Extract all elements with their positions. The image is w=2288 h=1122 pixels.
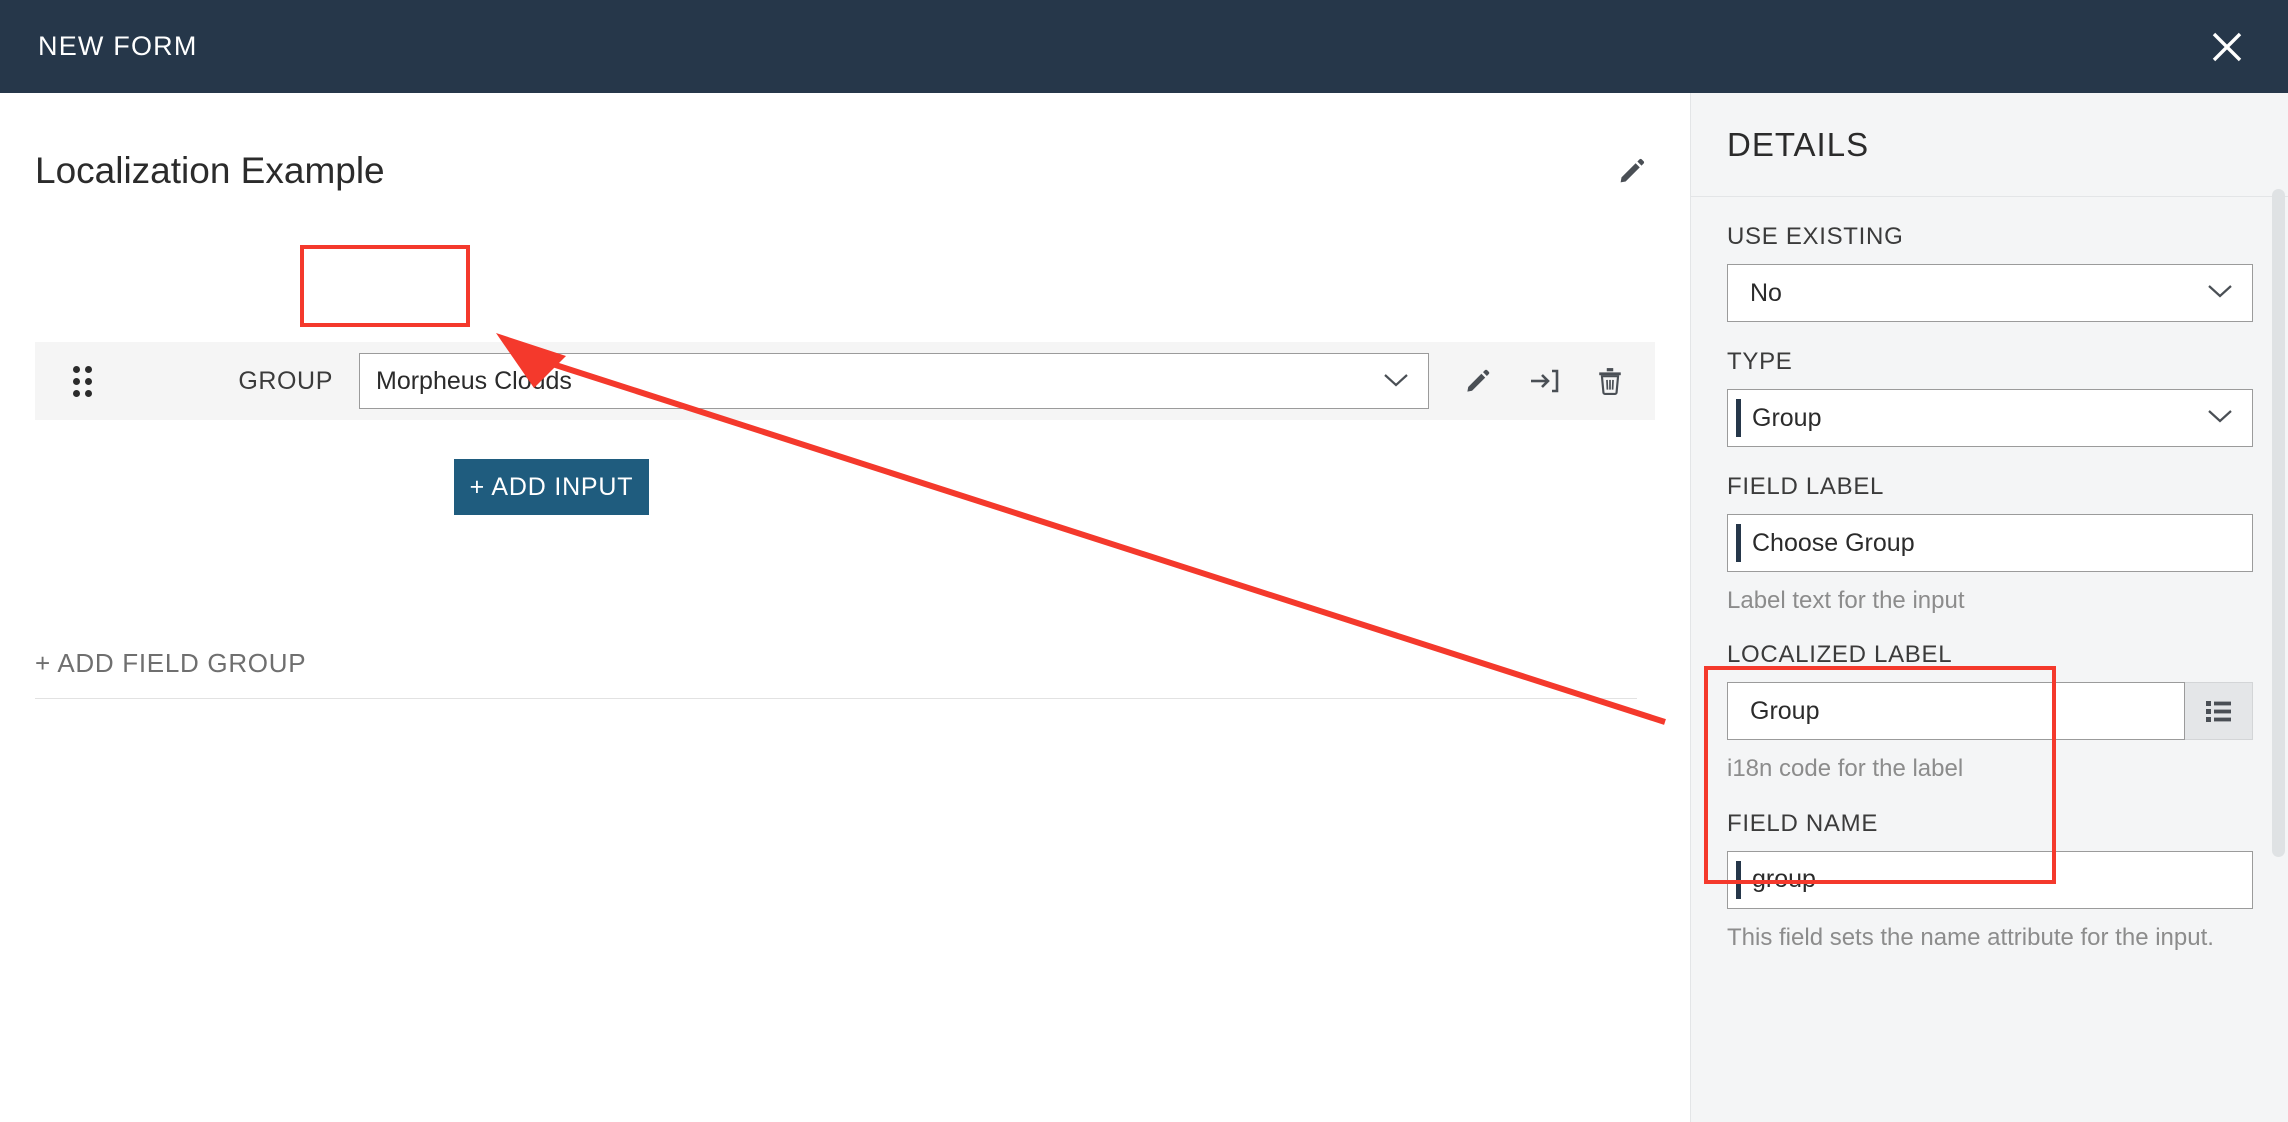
group-field-label: GROUP (238, 366, 333, 395)
details-heading: DETAILS (1727, 125, 1870, 163)
field-field-name-label: FIELD NAME (1727, 809, 1879, 837)
close-icon[interactable] (2192, 12, 2262, 82)
new-form-modal: NEW FORM Localization Example GROUP Morp… (0, 0, 2288, 1122)
group-select-wrap: Morpheus Clouds (359, 353, 1429, 409)
localized-label-combo: Group (1727, 682, 2253, 741)
modal-title: NEW FORM (38, 31, 198, 61)
pencil-icon[interactable] (1609, 148, 1655, 194)
details-pane: DETAILS USE EXISTING No TYPE Group FIELD… (1690, 93, 2288, 1122)
field-name-hint: This field sets the name attribute for t… (1727, 923, 2214, 951)
field-label-input[interactable]: Choose Group (1727, 514, 2253, 572)
group-select-value: Morpheus Clouds (376, 366, 572, 395)
field-localized-label: LOCALIZED LABEL Group i18n code for the … (1727, 615, 2253, 783)
add-input-button[interactable]: + ADD INPUT (454, 459, 649, 515)
field-label-hint: Label text for the input (1727, 587, 1965, 614)
form-field-row: GROUP Morpheus Clouds (35, 342, 1655, 420)
field-field-name: FIELD NAME group This field sets the nam… (1727, 784, 2253, 952)
add-field-group-button[interactable]: + ADD FIELD GROUP (35, 648, 306, 679)
modal-header: NEW FORM (0, 0, 2288, 93)
delete-input-button[interactable] (1593, 364, 1627, 398)
list-icon[interactable] (2185, 682, 2253, 741)
field-type-label: TYPE (1727, 348, 1793, 375)
field-type: TYPE Group (1727, 322, 2253, 447)
field-field-label: FIELD LABEL Choose Group Label text for … (1727, 447, 2253, 615)
details-scrollbar-thumb[interactable] (2272, 189, 2285, 857)
field-use-existing-label: USE EXISTING (1727, 223, 1904, 250)
localized-label-input[interactable]: Group (1727, 682, 2185, 741)
row-actions (1461, 364, 1627, 398)
field-name-value: group (1752, 865, 1816, 894)
use-existing-value: No (1750, 278, 1782, 307)
use-existing-select[interactable]: No (1727, 264, 2253, 322)
field-group-divider (35, 698, 1637, 699)
localized-label-value: Group (1750, 696, 1820, 725)
field-field-label-label: FIELD LABEL (1727, 473, 1885, 500)
chevron-down-icon (2206, 282, 2234, 305)
drag-handle-icon[interactable] (73, 365, 119, 397)
type-select[interactable]: Group (1727, 389, 2253, 447)
field-name-input[interactable]: group (1727, 850, 2253, 909)
form-builder-pane: Localization Example GROUP Morpheus Clou… (0, 93, 1690, 1122)
page-title: Localization Example (35, 150, 385, 191)
move-input-button[interactable] (1527, 364, 1561, 398)
field-label-value: Choose Group (1752, 528, 1915, 557)
localized-label-hint: i18n code for the label (1727, 755, 1964, 783)
details-header: DETAILS (1691, 93, 2288, 197)
field-use-existing: USE EXISTING No (1727, 197, 2253, 322)
type-value: Group (1752, 403, 1822, 432)
group-select[interactable]: Morpheus Clouds (359, 353, 1429, 409)
edit-input-button[interactable] (1461, 364, 1495, 398)
details-form: USE EXISTING No TYPE Group FIELD LABEL C… (1691, 197, 2288, 952)
form-title-row: Localization Example (35, 125, 1655, 217)
field-localized-label-label: LOCALIZED LABEL (1727, 641, 1953, 669)
chevron-down-icon (1382, 367, 1410, 396)
modal-body: Localization Example GROUP Morpheus Clou… (0, 93, 2288, 1122)
chevron-down-icon (2206, 407, 2234, 430)
